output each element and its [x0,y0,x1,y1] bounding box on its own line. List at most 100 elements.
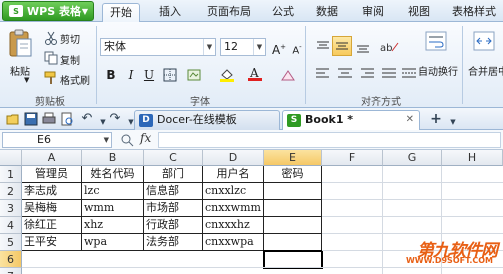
open-icon[interactable] [6,112,20,126]
column-header-e[interactable]: E [264,150,322,166]
cell-e5[interactable] [264,234,322,251]
italic-button[interactable]: I [122,66,140,84]
copy-icon[interactable] [44,51,58,65]
tab-home[interactable]: 开始 [102,3,140,22]
cell-a1[interactable]: 管理员 [22,166,82,183]
font-color-icon[interactable]: A [246,66,264,82]
row-header-4[interactable]: 4 [0,217,22,234]
row-header-5[interactable]: 5 [0,234,22,251]
justify-icon[interactable] [380,66,398,82]
font-name-select[interactable]: 宋体 ▼ [100,38,216,56]
new-tab-icon[interactable]: + [428,112,444,126]
merge-center-icon[interactable] [472,30,496,52]
column-header-d[interactable]: D [203,150,264,166]
tab-table-style[interactable]: 表格样式 [446,3,502,22]
underline-button[interactable]: U [140,66,158,84]
cell-a3[interactable]: 吴梅梅 [22,200,82,217]
undo-icon[interactable]: ↶ [80,112,94,126]
tab-data[interactable]: 数据 [310,3,344,22]
print-preview-icon[interactable] [60,112,74,126]
tab-formulas[interactable]: 公式 [266,3,300,22]
cell-b3[interactable]: wmm [82,200,144,217]
formula-input[interactable] [158,132,501,148]
cell-d2[interactable]: cnxxlzc [203,183,264,200]
doc-tab-book1[interactable]: S Book1 * ✕ [282,110,420,130]
chevron-down-icon[interactable]: ▼ [203,39,215,55]
save-icon[interactable] [24,112,38,126]
wrap-text-icon[interactable] [424,30,448,52]
cell-c1[interactable]: 部门 [144,166,203,183]
cell-d5[interactable]: cnxxwpa [203,234,264,251]
merge-center-button[interactable]: 合并居中 [468,63,503,78]
cell-e2[interactable] [264,183,322,200]
cell-e1[interactable]: 密码 [264,166,322,183]
row-header-3[interactable]: 3 [0,200,22,217]
row-header-6[interactable]: 6 [0,251,22,268]
chevron-down-icon[interactable]: ▼ [446,115,460,129]
redo-icon[interactable]: ↷ [108,112,122,126]
tab-insert[interactable]: 插入 [152,3,188,22]
align-left-icon[interactable] [314,66,332,82]
align-right-icon[interactable] [358,66,376,82]
cut-button[interactable]: 剪切 [60,31,80,46]
grow-font-button[interactable]: A+ [270,38,288,57]
font-size-select[interactable]: 12 ▼ [220,38,266,56]
tab-view[interactable]: 视图 [402,3,436,22]
cell-a4[interactable]: 徐红正 [22,217,82,234]
cell-b2[interactable]: lzc [82,183,144,200]
column-header-b[interactable]: B [82,150,144,166]
cell-b5[interactable]: wpa [82,234,144,251]
cell-c5[interactable]: 法务部 [144,234,203,251]
column-header-g[interactable]: G [383,150,442,166]
align-top-icon[interactable] [314,38,332,56]
bold-button[interactable]: B [102,66,120,84]
paste-icon[interactable] [6,28,34,58]
cell-d1[interactable]: 用户名 [203,166,264,183]
cell-d3[interactable]: cnxxwmm [203,200,264,217]
cell-d4[interactable]: cnxxxhz [203,217,264,234]
scissors-icon[interactable] [44,31,58,45]
cell-e3[interactable] [264,200,322,217]
print-icon[interactable] [42,112,56,126]
app-menu-button[interactable]: S WPS 表格 ▼ [2,1,94,21]
select-all-corner[interactable] [0,150,22,166]
row-header-1[interactable]: 1 [0,166,22,183]
align-middle-icon[interactable] [332,36,352,56]
row-header-2[interactable]: 2 [0,183,22,200]
zoom-icon[interactable] [120,133,134,147]
shrink-font-button[interactable]: A- [288,38,306,56]
format-painter-icon[interactable] [44,71,58,85]
column-header-a[interactable]: A [22,150,82,166]
clear-format-icon[interactable] [280,68,296,82]
tab-review[interactable]: 审阅 [356,3,390,22]
column-header-f[interactable]: F [322,150,383,166]
copy-button[interactable]: 复制 [60,52,80,67]
column-header-h[interactable]: H [442,150,503,166]
row-header-7[interactable]: 7 [0,268,22,274]
borders-icon[interactable] [162,68,178,82]
insert-function-icon[interactable]: fx [140,131,151,145]
chevron-down-icon[interactable]: ▼ [24,76,29,84]
cell-b4[interactable]: xhz [82,217,144,234]
cell-a2[interactable]: 李志成 [22,183,82,200]
cell-c4[interactable]: 行政部 [144,217,203,234]
tab-page-layout[interactable]: 页面布局 [200,3,258,22]
text-direction-icon[interactable]: ab [378,38,400,56]
cell-style-icon[interactable] [186,68,202,82]
fill-color-icon[interactable] [218,68,236,82]
cell-c2[interactable]: 信息部 [144,183,203,200]
cell-e4[interactable] [264,217,322,234]
chevron-down-icon[interactable]: ▼ [253,39,265,55]
cell-c3[interactable]: 市场部 [144,200,203,217]
align-bottom-icon[interactable] [354,38,372,56]
wrap-text-button[interactable]: 自动换行 [418,63,458,78]
distributed-align-icon[interactable] [400,66,418,82]
cell-a5[interactable]: 王平安 [22,234,82,251]
align-center-icon[interactable] [336,66,354,82]
cell-b1[interactable]: 姓名代码 [82,166,144,183]
doc-tab-docer[interactable]: D Docer-在线模板 [134,110,280,130]
format-painter-button[interactable]: 格式刷 [60,72,90,87]
column-header-c[interactable]: C [144,150,203,166]
close-icon[interactable]: ✕ [406,111,414,129]
name-box[interactable]: E6 ▼ [2,132,112,148]
